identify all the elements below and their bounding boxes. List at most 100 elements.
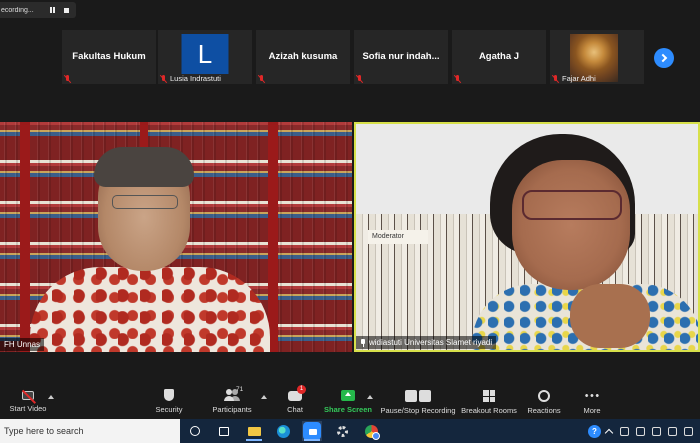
pause-stop-label: Pause/Stop Recording xyxy=(380,406,456,415)
start-video-label: Start Video xyxy=(9,404,47,413)
task-view-button[interactable] xyxy=(214,421,234,441)
video-name-tag: FH Unnas xyxy=(0,338,45,351)
tile-footer: Lusia Indrastuti xyxy=(160,74,221,83)
stop-icon xyxy=(63,7,69,13)
reactions-label: Reactions xyxy=(527,406,561,415)
more-button[interactable]: More xyxy=(580,385,604,419)
windows-taskbar: Type here to search ? xyxy=(0,419,700,443)
tray-item[interactable] xyxy=(684,424,693,438)
participant-tile[interactable]: Azizah kusuma xyxy=(256,30,350,84)
mic-muted-icon xyxy=(552,74,559,83)
mic-muted-icon xyxy=(160,74,167,83)
share-screen-label: Share Screen xyxy=(324,405,372,414)
avatar: L xyxy=(181,34,229,74)
video-pane-left[interactable]: FH Unnas xyxy=(0,122,352,352)
tray-item[interactable] xyxy=(668,424,677,438)
chat-unread-badge: 1 xyxy=(297,385,306,394)
recording-indicator: ecording... xyxy=(0,2,76,18)
shelf-frame xyxy=(20,122,30,352)
chrome-button[interactable] xyxy=(361,421,381,441)
participants-button[interactable]: 71 Participants xyxy=(210,385,254,419)
shield-icon xyxy=(164,389,174,401)
tray-overflow[interactable] xyxy=(604,424,614,438)
participants-options-caret[interactable] xyxy=(261,395,267,399)
active-indicator xyxy=(304,439,320,441)
name-tag-label: FH Unnas xyxy=(4,340,41,349)
share-options-caret[interactable] xyxy=(367,395,373,399)
taskbar-search-input[interactable]: Type here to search xyxy=(0,419,180,443)
speaker-figure xyxy=(30,147,270,352)
grid-cell xyxy=(483,396,489,402)
gear-icon xyxy=(336,425,348,437)
task-view-icon xyxy=(219,426,229,436)
cortana-button[interactable] xyxy=(185,421,205,441)
participant-name: Fajar Adhi xyxy=(562,74,596,83)
tray-item[interactable] xyxy=(636,424,645,438)
tile-footer xyxy=(258,75,265,83)
mic-muted-icon xyxy=(454,75,461,83)
notification-icon xyxy=(684,426,693,436)
stop-glyph xyxy=(419,390,431,402)
mic-muted-icon xyxy=(258,75,265,83)
participant-tile[interactable]: L Lusia Indrastuti xyxy=(158,30,252,84)
participant-name: Lusia Indrastuti xyxy=(170,74,221,83)
participant-tile[interactable]: Fajar Adhi xyxy=(550,30,644,84)
more-dots-icon xyxy=(584,394,600,397)
video-options-caret[interactable] xyxy=(48,395,54,399)
tray-help[interactable]: ? xyxy=(588,424,601,438)
mic-muted-icon xyxy=(356,75,363,83)
security-label: Security xyxy=(155,405,183,414)
start-video-button[interactable]: Start Video xyxy=(8,385,48,419)
reactions-button[interactable]: Reactions xyxy=(526,385,562,419)
video-pane-right[interactable]: Moderator widiastuti Universitas Slamet … xyxy=(354,122,700,352)
video-name-tag: widiastuti Universitas Slamet riyadi xyxy=(356,336,497,349)
language-icon xyxy=(668,426,677,436)
breakout-rooms-button[interactable]: Breakout Rooms xyxy=(461,385,517,419)
participant-count: 71 xyxy=(236,386,244,393)
stop-recording-button[interactable] xyxy=(59,4,73,16)
chat-label: Chat xyxy=(287,405,303,414)
participant-tile[interactable]: Agatha J xyxy=(452,30,546,84)
smiley-icon xyxy=(538,390,550,402)
chrome-icon xyxy=(364,424,380,440)
tile-footer xyxy=(64,75,71,83)
recording-label: ecording... xyxy=(1,6,34,14)
chat-button[interactable]: 1 Chat xyxy=(282,385,308,419)
glasses xyxy=(112,195,178,209)
breakout-rooms-icon xyxy=(483,390,495,402)
share-screen-button[interactable]: Share Screen xyxy=(324,385,372,419)
chevron-up-icon xyxy=(604,428,614,438)
battery-icon xyxy=(620,426,629,436)
breakout-rooms-label: Breakout Rooms xyxy=(461,406,517,415)
network-icon xyxy=(636,426,645,436)
zoom-app-button[interactable] xyxy=(302,421,322,441)
participant-name: Azizah kusuma xyxy=(268,51,338,62)
grid-cell xyxy=(489,390,495,396)
pause-recording-button[interactable] xyxy=(45,4,59,16)
name-tag-label: widiastuti Universitas Slamet riyadi xyxy=(369,338,493,347)
participant-tile[interactable]: Fakultas Hukum xyxy=(62,30,156,84)
next-page-button[interactable] xyxy=(654,48,674,68)
tray-item[interactable] xyxy=(652,424,661,438)
moderator-sign: Moderator xyxy=(368,230,428,244)
participant-name: Sofia nur indah... xyxy=(362,51,440,62)
participant-strip: Fakultas Hukum L Lusia Indrastuti Azizah… xyxy=(62,30,652,84)
security-button[interactable]: Security xyxy=(152,385,186,419)
grid-cell xyxy=(489,396,495,402)
pause-stop-recording-button[interactable]: Pause/Stop Recording xyxy=(380,385,456,419)
search-placeholder: Type here to search xyxy=(4,426,84,436)
share-screen-icon xyxy=(341,390,355,401)
pause-stop-icon xyxy=(405,390,431,402)
edge-button[interactable] xyxy=(273,421,293,441)
settings-button[interactable] xyxy=(332,421,352,441)
file-explorer-button[interactable] xyxy=(244,421,264,441)
volume-icon xyxy=(652,426,661,436)
participant-tile[interactable]: Sofia nur indah... xyxy=(354,30,448,84)
more-label: More xyxy=(583,406,601,415)
tray-item[interactable] xyxy=(620,424,629,438)
tile-footer: Fajar Adhi xyxy=(552,74,596,83)
speaker-figure xyxy=(472,134,698,350)
participant-name: Agatha J xyxy=(478,51,520,62)
tile-footer xyxy=(454,75,461,83)
hair xyxy=(94,147,194,187)
